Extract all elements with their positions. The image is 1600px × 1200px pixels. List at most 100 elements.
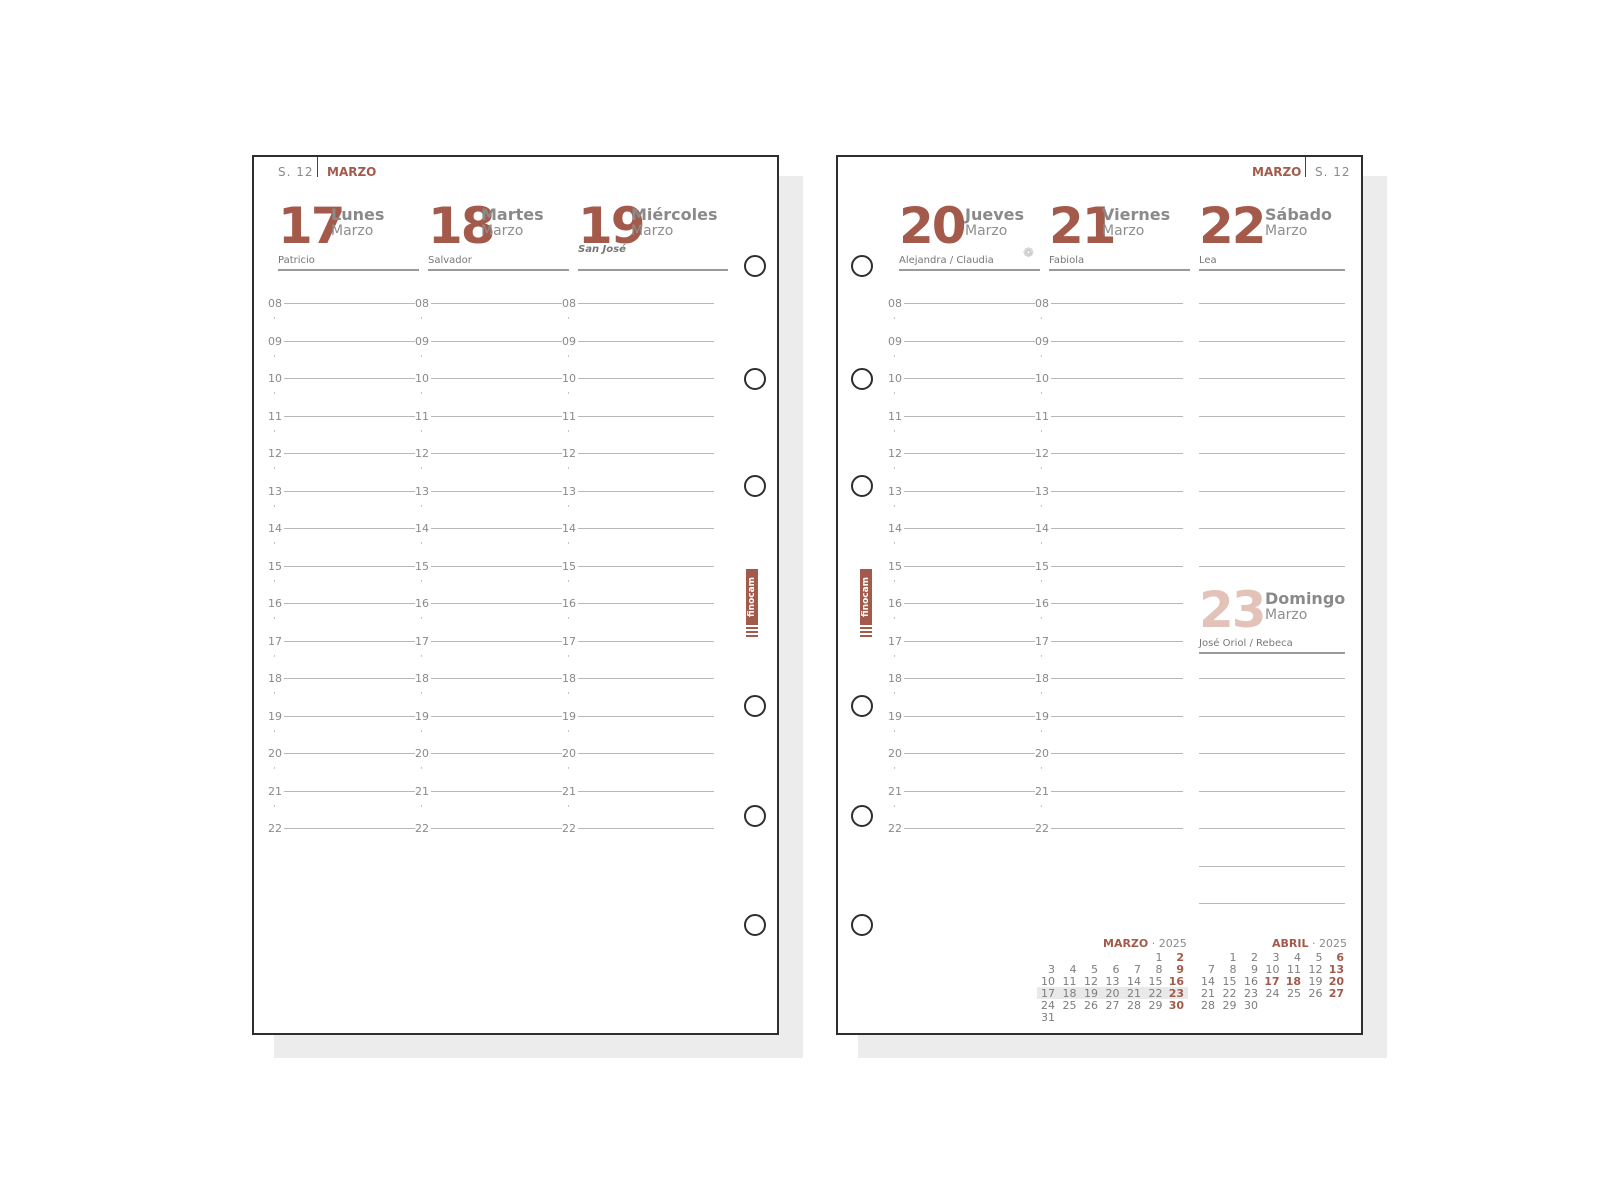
brand-name: finocam	[746, 569, 758, 625]
calendar-day: 9	[1176, 963, 1184, 976]
header-separator	[1305, 157, 1306, 177]
hour-label: 16	[415, 597, 431, 610]
day-underline	[1199, 269, 1345, 271]
hour-line	[417, 753, 562, 754]
hour-label: 11	[268, 409, 284, 423]
calendar-day: 9	[1251, 963, 1258, 976]
hour-line	[1199, 453, 1345, 454]
hour-line	[1199, 865, 1345, 867]
hour-line	[270, 415, 415, 417]
half-hour-dot: ·	[893, 314, 896, 324]
half-hour-dot: ·	[567, 501, 570, 512]
half-hour-dot: ·	[893, 726, 896, 737]
hour-line	[270, 715, 415, 717]
half-hour-dot: ·	[273, 726, 276, 737]
hour-label: 12	[268, 447, 284, 460]
hour-label: 20	[415, 747, 431, 760]
half-hour-dot: ·	[273, 389, 276, 399]
calendar-day: 29	[1222, 999, 1237, 1012]
day-underline	[428, 269, 569, 271]
half-hour-dot: ·	[567, 614, 570, 624]
calendar-day: 26	[1084, 999, 1098, 1012]
half-hour-dot: ·	[1040, 464, 1043, 474]
hour-line	[890, 378, 1035, 379]
day-name: Jueves	[965, 205, 1024, 224]
half-hour-dot: ·	[567, 351, 570, 362]
hour-line	[1037, 828, 1183, 829]
half-hour-dot: ·	[420, 764, 423, 774]
binder-hole	[744, 914, 766, 936]
hour-label: 13	[415, 484, 431, 498]
half-hour-dot: ·	[893, 351, 896, 362]
mini-calendar-month: MARZO	[1103, 937, 1149, 950]
hour-line	[1199, 303, 1345, 304]
hour-line	[564, 565, 714, 567]
half-hour-dot: ·	[567, 314, 570, 324]
hour-line	[890, 753, 1035, 754]
half-hour-dot: ·	[420, 651, 423, 662]
half-hour-dot: ·	[1040, 801, 1043, 812]
hour-line	[1199, 903, 1345, 904]
hour-label: 10	[268, 372, 284, 385]
half-hour-dot: ·	[893, 464, 896, 474]
half-hour-dot: ·	[1040, 314, 1043, 324]
hour-line	[270, 603, 415, 604]
day-underline	[1049, 269, 1190, 271]
hour-line	[417, 790, 562, 792]
calendar-day: 17	[1264, 975, 1280, 988]
hour-label: 22	[415, 822, 431, 835]
half-hour-dot: ·	[567, 651, 570, 662]
calendar-day: 30	[1244, 999, 1258, 1012]
half-hour-dot: ·	[893, 576, 896, 587]
hour-label: 15	[268, 559, 284, 573]
hour-label: 16	[888, 597, 904, 610]
hour-label: 09	[415, 334, 431, 348]
half-hour-dot: ·	[273, 464, 276, 474]
calendar-day: 1	[1229, 951, 1237, 964]
hour-line	[564, 303, 714, 304]
day-name: Domingo	[1265, 589, 1346, 608]
calendar-day: 29	[1148, 999, 1163, 1012]
binder-hole	[851, 368, 873, 390]
calendar-day: 4	[1294, 951, 1301, 964]
day-name: Miércoles	[631, 205, 718, 224]
saint-name: Patricio	[278, 255, 315, 266]
calendar-day: 24	[1041, 999, 1055, 1012]
hour-line	[417, 490, 562, 492]
calendar-day: 11	[1062, 975, 1077, 988]
calendar-day: 4	[1069, 963, 1077, 976]
half-hour-dot: ·	[1040, 389, 1043, 399]
half-hour-dot: ·	[893, 389, 896, 399]
hour-line	[1199, 828, 1345, 829]
hour-line	[417, 340, 562, 342]
hour-line	[564, 378, 714, 379]
calendar-day: 23	[1168, 987, 1184, 1000]
hour-label: 15	[888, 559, 904, 573]
day-name: Viernes	[1102, 205, 1171, 224]
hour-label: 10	[415, 372, 431, 385]
half-hour-dot: ·	[420, 464, 423, 474]
month-header: MARZO	[1252, 165, 1302, 179]
calendar-day: 24	[1265, 987, 1280, 1000]
hour-label: 16	[268, 597, 284, 610]
day-number: 22	[1199, 197, 1267, 255]
hour-line	[890, 640, 1035, 642]
calendar-day: 27	[1328, 987, 1344, 1000]
half-hour-dot: ·	[273, 689, 276, 699]
hour-line	[417, 715, 562, 717]
saint-name: Alejandra / Claudia	[899, 255, 994, 266]
hour-line	[1199, 378, 1345, 379]
half-hour-dot: ·	[1040, 764, 1043, 774]
hour-label: 18	[415, 672, 431, 685]
hour-label: 12	[562, 447, 578, 460]
half-hour-dot: ·	[1040, 501, 1043, 512]
hour-label: 21	[415, 784, 431, 798]
hour-line	[1037, 453, 1183, 454]
hour-line	[890, 453, 1035, 454]
calendar-day: 14	[1201, 975, 1215, 988]
day-month: Marzo	[1265, 223, 1308, 239]
hour-line	[564, 528, 714, 529]
calendar-day: 21	[1201, 987, 1215, 1000]
hour-label: 12	[415, 447, 431, 460]
binder-hole	[851, 695, 873, 717]
